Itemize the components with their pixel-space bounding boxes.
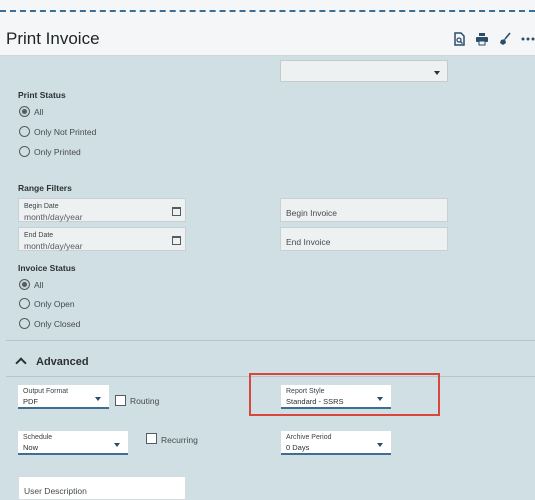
end-invoice-field[interactable]: End Invoice	[280, 227, 448, 251]
begin-date-placeholder: month/day/year	[24, 212, 83, 222]
chevron-down-icon	[377, 443, 383, 447]
recurring-checkbox[interactable]	[146, 433, 157, 444]
output-format-dropdown[interactable]: Output Format PDF	[18, 385, 109, 409]
advanced-title: Advanced	[36, 356, 89, 368]
begin-date-field[interactable]: Begin Date month/day/year	[18, 198, 186, 222]
print-status-all-label: All	[34, 107, 44, 117]
schedule-dropdown[interactable]: Schedule Now	[18, 431, 128, 455]
print-status-not-printed-radio[interactable]	[19, 126, 30, 137]
archive-period-label: Archive Period	[286, 434, 332, 441]
calendar-icon[interactable]	[172, 236, 181, 245]
archive-period-dropdown[interactable]: Archive Period 0 Days	[281, 431, 391, 455]
user-description-label: User Description	[24, 486, 87, 496]
end-date-field[interactable]: End Date month/day/year	[18, 227, 186, 251]
user-description-field[interactable]: User Description	[18, 476, 186, 500]
output-format-label: Output Format	[23, 388, 69, 395]
range-filters-label: Range Filters	[18, 183, 72, 193]
invoice-status-open-radio[interactable]	[19, 298, 30, 309]
chevron-up-icon	[15, 357, 27, 369]
chevron-down-icon	[114, 443, 120, 447]
schedule-value: Now	[23, 443, 39, 452]
print-status-not-printed-label: Only Not Printed	[34, 127, 97, 137]
print-status-printed-label: Only Printed	[34, 147, 81, 157]
end-date-placeholder: month/day/year	[24, 241, 83, 251]
schedule-label: Schedule	[23, 434, 53, 441]
output-format-value: PDF	[23, 397, 38, 406]
begin-invoice-field[interactable]: Begin Invoice	[280, 198, 448, 222]
clear-icon[interactable]	[498, 32, 512, 46]
more-icon[interactable]	[521, 32, 535, 46]
archive-period-value: 0 Days	[286, 443, 310, 452]
invoice-status-all-label: All	[34, 280, 44, 290]
invoice-status-label: Invoice Status	[18, 263, 76, 273]
top-select[interactable]	[280, 60, 448, 82]
print-status-label: Print Status	[18, 90, 66, 100]
section-divider	[6, 340, 535, 341]
invoice-status-closed-label: Only Closed	[34, 319, 81, 329]
routing-checkbox[interactable]	[115, 395, 126, 406]
invoice-status-all-radio[interactable]	[19, 279, 30, 290]
print-status-printed-radio[interactable]	[19, 146, 30, 157]
begin-date-label: Begin Date	[24, 203, 59, 210]
page-header: Print Invoice	[0, 22, 535, 56]
top-bar	[0, 0, 535, 22]
print-icon[interactable]	[475, 32, 489, 46]
preview-icon[interactable]	[452, 32, 466, 46]
routing-label: Routing	[130, 396, 160, 406]
invoice-status-closed-radio[interactable]	[19, 318, 30, 329]
highlight-box	[249, 373, 440, 416]
invoice-status-open-label: Only Open	[34, 299, 75, 309]
chevron-down-icon	[434, 71, 440, 75]
end-date-label: End Date	[24, 232, 54, 239]
recurring-label: Recurring	[161, 435, 198, 445]
chevron-down-icon	[95, 397, 101, 401]
print-status-all-radio[interactable]	[19, 106, 30, 117]
begin-invoice-placeholder: Begin Invoice	[286, 208, 338, 218]
end-invoice-placeholder: End Invoice	[286, 237, 331, 247]
calendar-icon[interactable]	[172, 207, 181, 216]
page-title: Print Invoice	[6, 29, 100, 48]
top-bar-border	[0, 10, 535, 12]
